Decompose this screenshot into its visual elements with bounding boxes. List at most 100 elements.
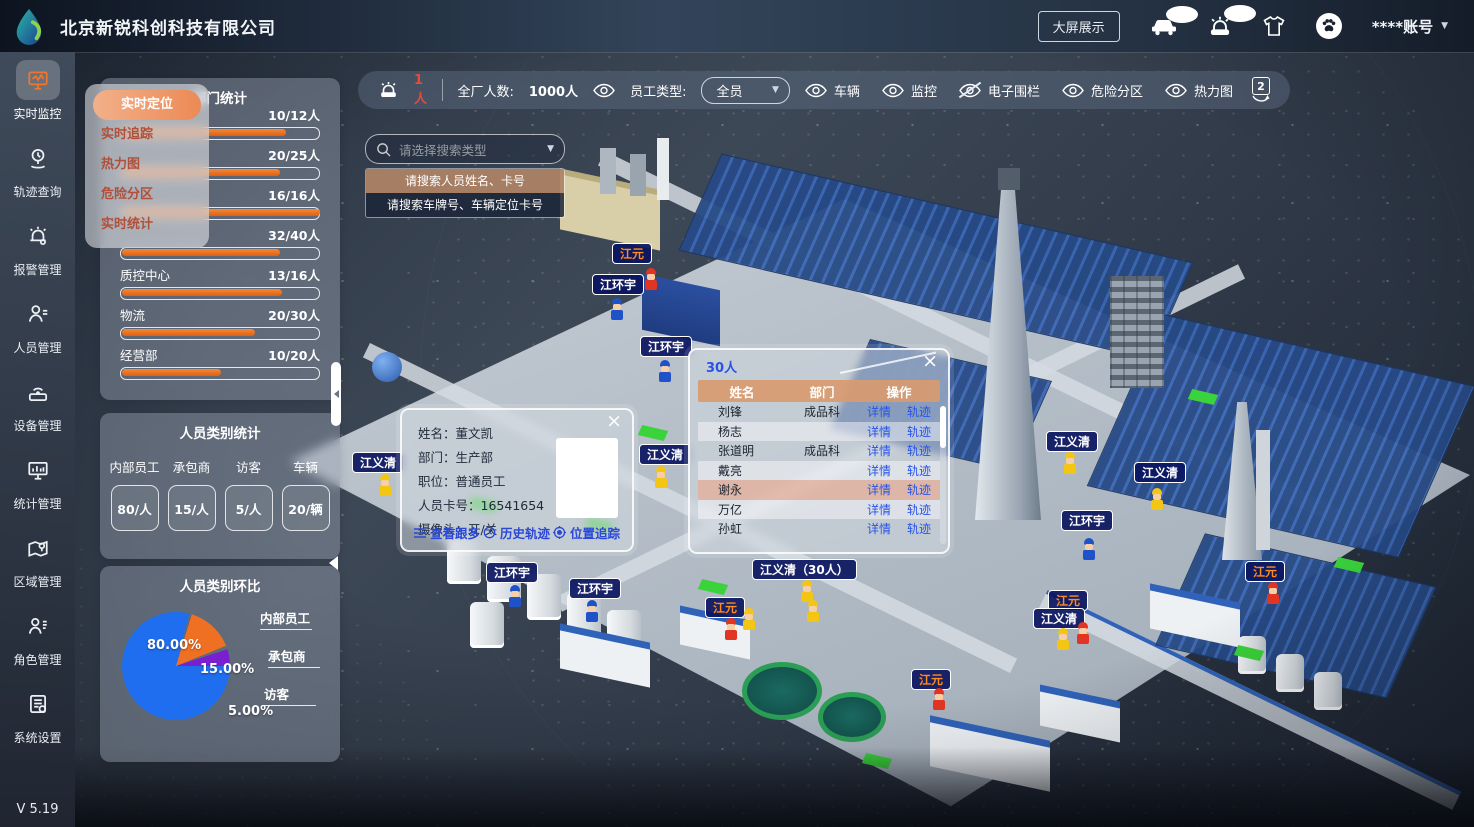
person-map-label[interactable]: 江环宇 bbox=[1061, 510, 1113, 531]
worker-figure[interactable] bbox=[508, 585, 522, 609]
worker-figure[interactable] bbox=[932, 688, 946, 712]
person-map-label[interactable]: 江元 bbox=[1245, 561, 1285, 582]
worker-figure[interactable] bbox=[644, 268, 658, 292]
detail-link[interactable]: 详情 bbox=[867, 481, 891, 498]
alarm-count[interactable]: 1人 bbox=[414, 73, 427, 107]
location-track-button[interactable]: 位置追踪 bbox=[553, 523, 620, 542]
detail-link[interactable]: 详情 bbox=[867, 501, 891, 518]
search-type-option[interactable]: 请搜索车牌号、车辆定位卡号 bbox=[366, 193, 564, 217]
person-field-label: 人员卡号： bbox=[418, 498, 481, 513]
layer-toggle[interactable]: 监控 bbox=[882, 81, 937, 100]
account-menu[interactable]: ****账号 ▼ bbox=[1372, 16, 1448, 37]
detail-link[interactable]: 详情 bbox=[867, 403, 891, 420]
chevron-down-icon: ▼ bbox=[772, 85, 779, 95]
submenu-item[interactable]: 危险分区 bbox=[85, 180, 209, 210]
detail-link[interactable]: 详情 bbox=[867, 520, 891, 537]
worker-figure[interactable] bbox=[1076, 622, 1090, 646]
person-map-label[interactable]: 江环宇 bbox=[486, 562, 538, 583]
worker-figure[interactable] bbox=[1063, 452, 1077, 476]
person-map-label[interactable]: 江义清 bbox=[352, 452, 404, 473]
track-link[interactable]: 轨迹 bbox=[907, 481, 931, 498]
shirt-icon[interactable] bbox=[1262, 15, 1286, 37]
siren-icon bbox=[378, 80, 399, 100]
worker-figure[interactable] bbox=[654, 466, 668, 490]
history-track-button[interactable]: 历史轨迹 bbox=[483, 523, 550, 542]
sidebar-item-region-mgmt[interactable]: 区域管理 bbox=[0, 520, 75, 598]
layer-toggle[interactable]: 热力图 bbox=[1165, 81, 1233, 100]
sidebar-item-system-settings[interactable]: 系统设置 bbox=[0, 676, 75, 754]
person-map-label[interactable]: 江义清 bbox=[639, 444, 691, 465]
table-scrollbar[interactable] bbox=[940, 406, 946, 544]
scrollbar-thumb[interactable] bbox=[940, 406, 946, 448]
monitor-icon bbox=[16, 60, 60, 100]
track-link[interactable]: 轨迹 bbox=[907, 423, 931, 440]
panel-collapse-arrow-icon[interactable] bbox=[322, 556, 338, 570]
track-link[interactable]: 轨迹 bbox=[907, 520, 931, 537]
track-link[interactable]: 轨迹 bbox=[907, 442, 931, 459]
person-map-label[interactable]: 江义清 bbox=[1046, 431, 1098, 452]
track-link[interactable]: 轨迹 bbox=[907, 462, 931, 479]
sidebar-item-realtime-monitor[interactable]: 实时监控 bbox=[0, 52, 75, 130]
submenu-item[interactable]: 热力图 bbox=[85, 150, 209, 180]
sidebar-item-role-mgmt[interactable]: 角色管理 bbox=[0, 598, 75, 676]
category-count-box[interactable]: 20/辆 bbox=[282, 485, 330, 531]
sidebar-item-track-query[interactable]: 轨迹查询 bbox=[0, 130, 75, 208]
submenu-item[interactable]: 实时追踪 bbox=[85, 120, 209, 150]
curved-arrow-icon bbox=[1252, 95, 1270, 103]
worker-figure[interactable] bbox=[658, 360, 672, 384]
dept-count: 20/30人 bbox=[268, 305, 320, 324]
paw-icon[interactable] bbox=[1316, 13, 1342, 39]
person-map-label[interactable]: 江环宇 bbox=[592, 274, 644, 295]
person-map-label[interactable]: 江元 bbox=[911, 669, 951, 690]
person-name: 谢永 bbox=[698, 481, 786, 498]
track-link[interactable]: 轨迹 bbox=[907, 403, 931, 420]
sidebar-item-device-mgmt[interactable]: 设备管理 bbox=[0, 364, 75, 442]
worker-figure[interactable] bbox=[1082, 538, 1096, 562]
worker-figure[interactable] bbox=[378, 474, 392, 498]
worker-figure[interactable] bbox=[610, 298, 624, 322]
sidebar-item-personnel-mgmt[interactable]: 人员管理 bbox=[0, 286, 75, 364]
person-map-label[interactable]: 江义清 bbox=[1134, 462, 1186, 483]
person-map-label[interactable]: 江环宇 bbox=[640, 336, 692, 357]
category-count-box[interactable]: 80/人 bbox=[111, 485, 159, 531]
layer-toggle[interactable]: 电子围栏 bbox=[959, 81, 1040, 100]
employee-type-select[interactable]: 全员 ▼ bbox=[701, 77, 789, 104]
search-input[interactable]: 请选择搜索类型 ▼ bbox=[365, 134, 565, 164]
worker-figure[interactable] bbox=[1266, 582, 1280, 606]
submenu-item[interactable]: 实时定位 bbox=[93, 90, 201, 120]
detail-link[interactable]: 详情 bbox=[867, 423, 891, 440]
submenu-item[interactable]: 实时统计 bbox=[85, 210, 209, 240]
worker-figure[interactable] bbox=[1056, 628, 1070, 652]
sidebar-item-alarm-mgmt[interactable]: 报警管理 bbox=[0, 208, 75, 286]
floor-switch-button[interactable]: 2 bbox=[1252, 77, 1270, 103]
detail-link[interactable]: 详情 bbox=[867, 462, 891, 479]
person-name: 戴亮 bbox=[698, 462, 786, 479]
person-name: 刘锋 bbox=[698, 403, 786, 420]
alarm-alert-icon[interactable] bbox=[1208, 15, 1232, 37]
worker-figure[interactable] bbox=[806, 600, 820, 624]
close-icon[interactable]: × bbox=[606, 412, 622, 431]
search-type-option[interactable]: 请搜索人员姓名、卡号 bbox=[366, 169, 564, 193]
eye-icon bbox=[959, 83, 981, 98]
worker-figure[interactable] bbox=[1150, 488, 1164, 512]
track-link[interactable]: 轨迹 bbox=[907, 501, 931, 518]
worker-figure[interactable] bbox=[724, 618, 738, 642]
vehicle-alert-icon[interactable] bbox=[1150, 16, 1178, 36]
category-count-box[interactable]: 15/人 bbox=[168, 485, 216, 531]
person-map-label[interactable]: 江义清（30人） bbox=[752, 559, 857, 580]
panel-collapse-handle[interactable] bbox=[331, 362, 341, 426]
worker-figure[interactable] bbox=[585, 600, 599, 624]
person-map-label[interactable]: 江元 bbox=[612, 243, 652, 264]
detail-link[interactable]: 详情 bbox=[867, 442, 891, 459]
category-count-box[interactable]: 5/人 bbox=[225, 485, 273, 531]
big-screen-button[interactable]: 大屏展示 bbox=[1038, 11, 1120, 42]
person-map-label[interactable]: 江元 bbox=[705, 597, 745, 618]
worker-figure[interactable] bbox=[742, 608, 756, 632]
layer-toggle[interactable]: 车辆 bbox=[805, 81, 860, 100]
people-table-row: 杨志 详情 轨迹 bbox=[698, 422, 940, 442]
view-more-button[interactable]: 查看跟多 bbox=[414, 523, 480, 542]
layer-toggle[interactable]: 危险分区 bbox=[1062, 81, 1143, 100]
close-icon[interactable]: × bbox=[922, 352, 938, 371]
person-map-label[interactable]: 江环宇 bbox=[569, 578, 621, 599]
sidebar-item-statistics-mgmt[interactable]: 统计管理 bbox=[0, 442, 75, 520]
